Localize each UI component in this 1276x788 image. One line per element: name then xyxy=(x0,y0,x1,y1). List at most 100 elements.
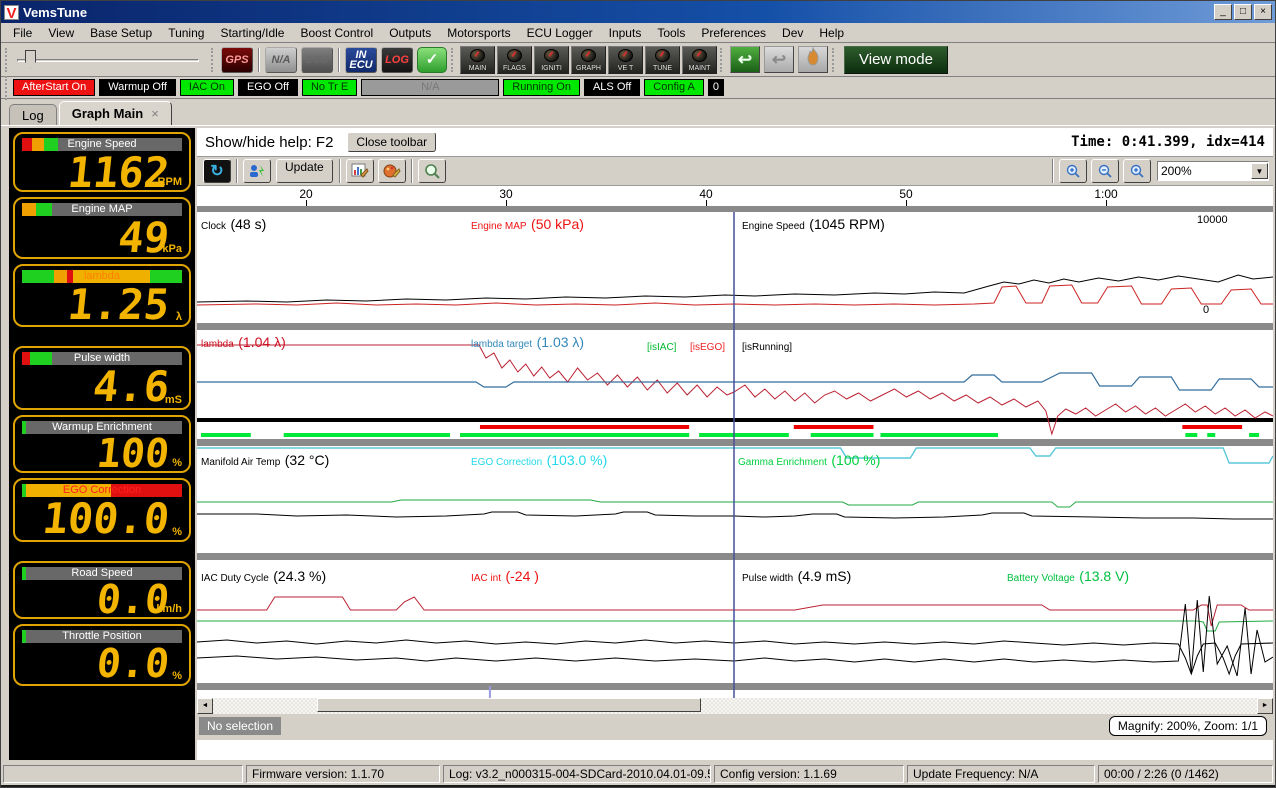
minimize-button[interactable]: _ xyxy=(1214,4,1232,20)
page-main-button[interactable]: MAIN xyxy=(460,45,495,74)
toolbar-grip xyxy=(720,47,724,72)
in-ecu-led-button[interactable]: IN ECU xyxy=(345,46,377,73)
menu-preferences[interactable]: Preferences xyxy=(693,24,774,42)
toolbar-grip xyxy=(832,47,836,72)
toolbar-grip xyxy=(451,47,455,72)
engine-speed-trace xyxy=(197,274,1273,303)
page-ignition-button[interactable]: IGNITI xyxy=(534,45,569,74)
pulse-width-trace xyxy=(197,595,1273,677)
gauge-warmup-enrichment: Warmup Enrichment 100 % xyxy=(13,415,191,477)
menu-file[interactable]: File xyxy=(5,24,40,42)
page-maint-button[interactable]: MAINT xyxy=(682,45,717,74)
tab-close-icon[interactable]: × xyxy=(151,106,159,121)
close-button[interactable]: × xyxy=(1254,4,1272,20)
page-ve-button[interactable]: VE T xyxy=(608,45,643,74)
write-config-button[interactable]: ↩ xyxy=(764,46,794,73)
log-position-slider[interactable] xyxy=(13,47,203,73)
status-update-frequency: Update Frequency: N/A xyxy=(907,765,1095,783)
horizontal-scrollbar[interactable]: ◄ ► xyxy=(197,698,1273,714)
ego-correction-trace xyxy=(197,447,1273,464)
zoom-level-select[interactable]: 200% ▼ xyxy=(1157,161,1269,181)
update-button[interactable]: Update xyxy=(276,159,333,183)
scale-max-label: 10000 xyxy=(1197,214,1228,226)
menu-tools[interactable]: Tools xyxy=(649,24,693,42)
page-flags-button[interactable]: FLAGS xyxy=(497,45,532,74)
gauge-pulse-width: Pulse width 4.6 mS xyxy=(13,346,191,411)
tab-log[interactable]: Log xyxy=(9,104,57,125)
trace-label-gamma-enrichment: Gamma Enrichment (100 %) xyxy=(738,452,881,468)
toolbar-grip xyxy=(5,47,9,72)
ok-check-button[interactable]: ✓ xyxy=(417,46,447,73)
gps-led-button[interactable]: GPS xyxy=(221,46,253,73)
edit-chart-button[interactable] xyxy=(345,159,374,183)
scrollbar-thumb[interactable] xyxy=(317,698,701,712)
gauge-ego-correction: EGO Correction 100.0 % xyxy=(13,478,191,543)
battery-voltage-trace xyxy=(197,620,1273,632)
menu-base-setup[interactable]: Base Setup xyxy=(82,24,160,42)
app-window: V VemsTune _ □ × File View Base Setup Tu… xyxy=(0,0,1276,788)
zoom-in-button[interactable] xyxy=(1059,159,1087,183)
menu-inputs[interactable]: Inputs xyxy=(601,24,650,42)
app-logo-icon: V xyxy=(4,4,19,21)
flag-no-tr-e: No Tr E xyxy=(301,79,358,96)
gauge-value: 0.0 xyxy=(94,641,172,687)
menu-tuning[interactable]: Tuning xyxy=(160,24,212,42)
flag-running: Running On xyxy=(503,79,580,96)
zoom-reset-button[interactable] xyxy=(1123,159,1151,183)
flag-afterstart: AfterStart On xyxy=(13,79,96,96)
lambda-target-trace xyxy=(197,372,1273,391)
trace-label-lambda: lambda (1.04 λ) xyxy=(201,334,286,350)
cursor-time-label: Time: 0:41.399, idx=414 xyxy=(1071,134,1265,150)
edit-colors-button[interactable] xyxy=(377,159,406,183)
maximize-button[interactable]: □ xyxy=(1234,4,1252,20)
iac-duty-trace xyxy=(197,639,1273,676)
tab-graph-main[interactable]: Graph Main × xyxy=(58,101,172,125)
status-flag-row: AfterStart On Warmup Off IAC On EGO Off … xyxy=(1,75,1275,100)
scroll-left-button[interactable]: ◄ xyxy=(197,698,213,714)
menu-help[interactable]: Help xyxy=(811,24,852,42)
menu-outputs[interactable]: Outputs xyxy=(381,24,439,42)
gauge-value: 100 xyxy=(94,431,172,477)
gauge-value: 1.25 xyxy=(65,280,172,329)
zoom-out-icon xyxy=(1098,164,1112,178)
search-button[interactable] xyxy=(417,159,446,183)
gauge-sidebar: Engine Speed 1162 RPM Engine MAP 49 kPa … xyxy=(9,128,195,760)
iac-int-trace xyxy=(197,596,1273,627)
chart-edit-icon xyxy=(351,163,369,178)
main-toolbar: GPS N/A ECU IN ECU LOG ✓ MAIN FLAGS IGNI… xyxy=(1,43,1275,77)
page-tune-button[interactable]: TUNE xyxy=(645,45,680,74)
na-led-button[interactable]: N/A xyxy=(265,46,297,73)
read-config-button[interactable]: ↩ xyxy=(730,46,760,73)
time-axis: 20 30 40 50 1:00 xyxy=(197,186,1273,206)
menu-view[interactable]: View xyxy=(40,24,82,42)
trace-label-engine-speed: Engine Speed (1045 RPM) xyxy=(742,216,885,232)
ecu-led-button[interactable]: ECU xyxy=(301,46,333,73)
log-led-button[interactable]: LOG xyxy=(381,46,413,73)
toolbar-grip xyxy=(5,75,9,100)
gauge-road-speed: Road Speed 0.0 km/h xyxy=(13,561,191,623)
flag-warmup: Warmup Off xyxy=(99,79,176,96)
view-mode-button[interactable]: View mode xyxy=(844,45,948,74)
burn-flame-button[interactable] xyxy=(798,46,828,73)
slider-thumb[interactable] xyxy=(25,49,36,69)
flag-na: N/A xyxy=(361,79,500,96)
menu-ecu-logger[interactable]: ECU Logger xyxy=(519,24,601,42)
menu-dev[interactable]: Dev xyxy=(774,24,811,42)
page-graph-button[interactable]: GRAPH xyxy=(571,45,606,74)
flag-als: ALS Off xyxy=(583,79,641,96)
scrollbar-track[interactable] xyxy=(213,698,1257,714)
sync-icon-button[interactable]: ↻ xyxy=(203,159,231,183)
menu-starting-idle[interactable]: Starting/Idle xyxy=(212,24,292,42)
menu-boost-control[interactable]: Boost Control xyxy=(292,24,381,42)
menu-motorsports[interactable]: Motorsports xyxy=(439,24,518,42)
close-toolbar-button[interactable]: Close toolbar xyxy=(347,132,437,152)
users-icon-button[interactable] xyxy=(243,159,271,183)
trace-label-battery-voltage: Battery Voltage (13.8 V) xyxy=(1007,568,1130,584)
trace-label-isrunning: [isRunning] xyxy=(742,342,793,353)
zoom-out-button[interactable] xyxy=(1091,159,1119,183)
trace-label-iac-duty: IAC Duty Cycle (24.3 %) xyxy=(201,568,327,584)
status-bar: Firmware version: 1.1.70 Log: v3.2_n0003… xyxy=(1,765,1275,785)
graph-toolbar: ↻ Update 200% ▼ xyxy=(197,156,1273,186)
scroll-right-button[interactable]: ► xyxy=(1257,698,1273,714)
graph-canvas[interactable]: Clock (48 s) Engine MAP (50 kPa) Engine … xyxy=(197,206,1273,698)
